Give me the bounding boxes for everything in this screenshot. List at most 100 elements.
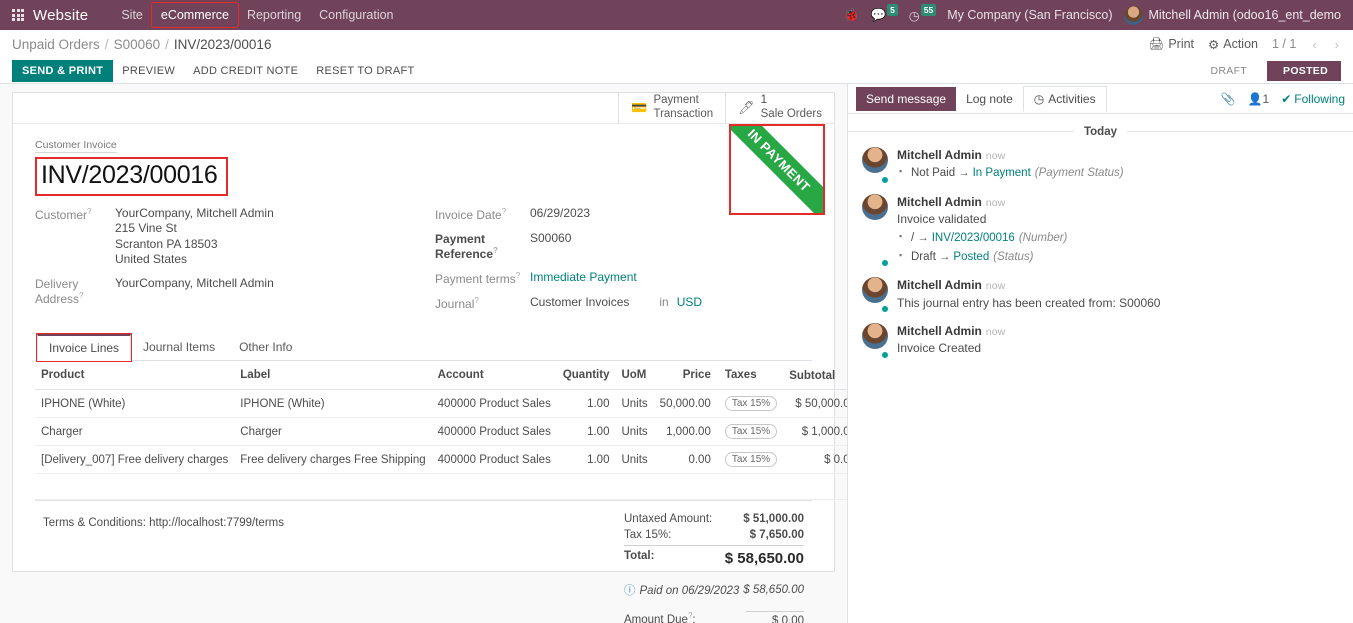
- print-button[interactable]: 🖨 Print: [1148, 37, 1194, 52]
- header-taxes[interactable]: Taxes: [717, 361, 783, 390]
- cell-uom[interactable]: Units: [615, 390, 653, 418]
- cell-subtotal: $ 50,000.00: [783, 390, 847, 418]
- chat-icon[interactable]: 💬5: [870, 8, 897, 23]
- menu-ecommerce[interactable]: eCommerce: [152, 3, 238, 27]
- payment-reference-value[interactable]: S00060: [530, 231, 571, 261]
- header-account[interactable]: Account: [432, 361, 557, 390]
- cell-label[interactable]: Free delivery charges Free Shipping: [234, 446, 431, 474]
- help-icon[interactable]: ?: [493, 246, 498, 255]
- cell-uom[interactable]: Units: [615, 446, 653, 474]
- help-icon[interactable]: ?: [79, 291, 83, 300]
- table-row[interactable]: [Delivery_007] Free delivery charges Fre…: [35, 446, 847, 474]
- status-posted[interactable]: POSTED: [1267, 61, 1341, 81]
- tab-journal-items[interactable]: Journal Items: [131, 334, 227, 361]
- activities-button[interactable]: ◷ Activities: [1023, 86, 1107, 112]
- avatar: [862, 323, 888, 358]
- help-icon[interactable]: ?: [87, 207, 91, 216]
- cell-account[interactable]: 400000 Product Sales: [432, 390, 557, 418]
- paid-label-wrap[interactable]: ⓘPaid on 06/29/2023: [624, 582, 739, 598]
- help-icon[interactable]: ?: [516, 271, 520, 280]
- header-price[interactable]: Price: [654, 361, 717, 390]
- invoice-date-value[interactable]: 06/29/2023: [530, 206, 590, 222]
- terms-and-conditions[interactable]: Terms & Conditions: http://localhost:779…: [43, 511, 624, 623]
- cell-quantity[interactable]: 1.00: [557, 446, 616, 474]
- cell-taxes[interactable]: Tax 15%: [717, 390, 783, 418]
- tax-label[interactable]: Tax 15%:: [624, 529, 671, 541]
- reset-to-draft-button[interactable]: RESET TO DRAFT: [307, 60, 423, 82]
- header-uom[interactable]: UoM: [615, 361, 653, 390]
- header-quantity[interactable]: Quantity: [557, 361, 616, 390]
- action-label: Action: [1223, 37, 1258, 51]
- help-icon[interactable]: ?: [474, 296, 478, 305]
- cell-product[interactable]: Charger: [35, 418, 234, 446]
- cell-price[interactable]: 50,000.00: [654, 390, 717, 418]
- help-icon[interactable]: ?: [688, 611, 692, 620]
- status-draft[interactable]: DRAFT: [1195, 61, 1261, 81]
- chevron-left-icon[interactable]: ‹: [1310, 37, 1318, 52]
- breadcrumb-item-unpaid-orders[interactable]: Unpaid Orders: [12, 37, 100, 52]
- smart-button-payment-transaction[interactable]: 💳 Payment Transaction: [618, 93, 725, 123]
- column-settings-icon[interactable]: ≣: [846, 370, 847, 382]
- breadcrumb-item-s00060[interactable]: S00060: [114, 37, 161, 52]
- preview-button[interactable]: PREVIEW: [113, 60, 184, 82]
- message-author[interactable]: Mitchell Admin: [897, 148, 982, 162]
- list-item: Mitchell Adminnow This journal entry has…: [848, 274, 1353, 320]
- send-message-button[interactable]: Send message: [856, 87, 956, 111]
- cell-uom[interactable]: Units: [615, 418, 653, 446]
- followers-button[interactable]: 👤1: [1248, 92, 1270, 106]
- form-sheet-area: 💳 Payment Transaction 🖊 1 Sale Orders I: [0, 84, 847, 623]
- following-button[interactable]: ✔ Following: [1281, 92, 1345, 106]
- following-label: Following: [1294, 92, 1345, 106]
- log-note-button[interactable]: Log note: [956, 87, 1023, 111]
- delivery-address-value[interactable]: YourCompany, Mitchell Admin: [115, 276, 274, 306]
- cell-label[interactable]: Charger: [234, 418, 431, 446]
- app-brand[interactable]: Website: [33, 7, 88, 24]
- info-icon[interactable]: ⓘ: [624, 585, 636, 597]
- cell-price[interactable]: 1,000.00: [654, 418, 717, 446]
- cell-product[interactable]: [Delivery_007] Free delivery charges: [35, 446, 234, 474]
- apps-grid-icon[interactable]: [12, 9, 24, 21]
- invoice-fields-left: Customer? YourCompany, Mitchell Admin 21…: [35, 206, 435, 320]
- user-menu[interactable]: Mitchell Admin (odoo16_ent_demo: [1124, 6, 1341, 25]
- cell-product[interactable]: IPHONE (White): [35, 390, 234, 418]
- add-credit-note-button[interactable]: ADD CREDIT NOTE: [184, 60, 307, 82]
- tab-invoice-lines[interactable]: Invoice Lines: [37, 334, 131, 361]
- chevron-right-icon[interactable]: ›: [1333, 37, 1341, 52]
- journal-value[interactable]: Customer Invoices: [530, 295, 629, 311]
- menu-reporting[interactable]: Reporting: [238, 3, 310, 27]
- cell-quantity[interactable]: 1.00: [557, 390, 616, 418]
- table-row[interactable]: IPHONE (White) IPHONE (White) 400000 Pro…: [35, 390, 847, 418]
- payment-reference-label: Payment Reference?: [435, 231, 530, 261]
- cell-quantity[interactable]: 1.00: [557, 418, 616, 446]
- cell-taxes[interactable]: Tax 15%: [717, 418, 783, 446]
- paperclip-icon[interactable]: 📎: [1221, 92, 1236, 106]
- cell-price[interactable]: 0.00: [654, 446, 717, 474]
- total-row: Total: $ 58,650.00: [624, 545, 804, 569]
- cell-taxes[interactable]: Tax 15%: [717, 446, 783, 474]
- help-icon[interactable]: ?: [502, 207, 506, 216]
- smart-button-row: 💳 Payment Transaction 🖊 1 Sale Orders: [13, 93, 834, 124]
- clock-icon[interactable]: ◷55: [909, 8, 936, 23]
- header-product[interactable]: Product: [35, 361, 234, 390]
- message-author[interactable]: Mitchell Admin: [897, 278, 982, 292]
- action-button[interactable]: ⚙ Action: [1208, 37, 1258, 52]
- currency-value[interactable]: USD: [677, 295, 702, 311]
- cell-account[interactable]: 400000 Product Sales: [432, 446, 557, 474]
- invoice-number[interactable]: INV/2023/00016: [41, 161, 218, 189]
- cell-account[interactable]: 400000 Product Sales: [432, 418, 557, 446]
- message-author[interactable]: Mitchell Admin: [897, 195, 982, 209]
- payment-terms-value[interactable]: Immediate Payment: [530, 270, 637, 286]
- header-subtotal[interactable]: Subtotal ≣: [783, 361, 847, 390]
- table-row[interactable]: Charger Charger 400000 Product Sales 1.0…: [35, 418, 847, 446]
- bug-icon[interactable]: 🐞: [844, 8, 860, 23]
- message-author[interactable]: Mitchell Admin: [897, 324, 982, 338]
- customer-value[interactable]: YourCompany, Mitchell Admin 215 Vine St …: [115, 206, 274, 267]
- company-selector[interactable]: My Company (San Francisco): [947, 8, 1112, 22]
- cell-label[interactable]: IPHONE (White): [234, 390, 431, 418]
- smart-button-sale-orders[interactable]: 🖊 1 Sale Orders: [725, 93, 834, 123]
- send-and-print-button[interactable]: SEND & PRINT: [12, 60, 113, 82]
- menu-configuration[interactable]: Configuration: [310, 3, 402, 27]
- header-label[interactable]: Label: [234, 361, 431, 390]
- tab-other-info[interactable]: Other Info: [227, 334, 304, 361]
- menu-site[interactable]: Site: [112, 3, 152, 27]
